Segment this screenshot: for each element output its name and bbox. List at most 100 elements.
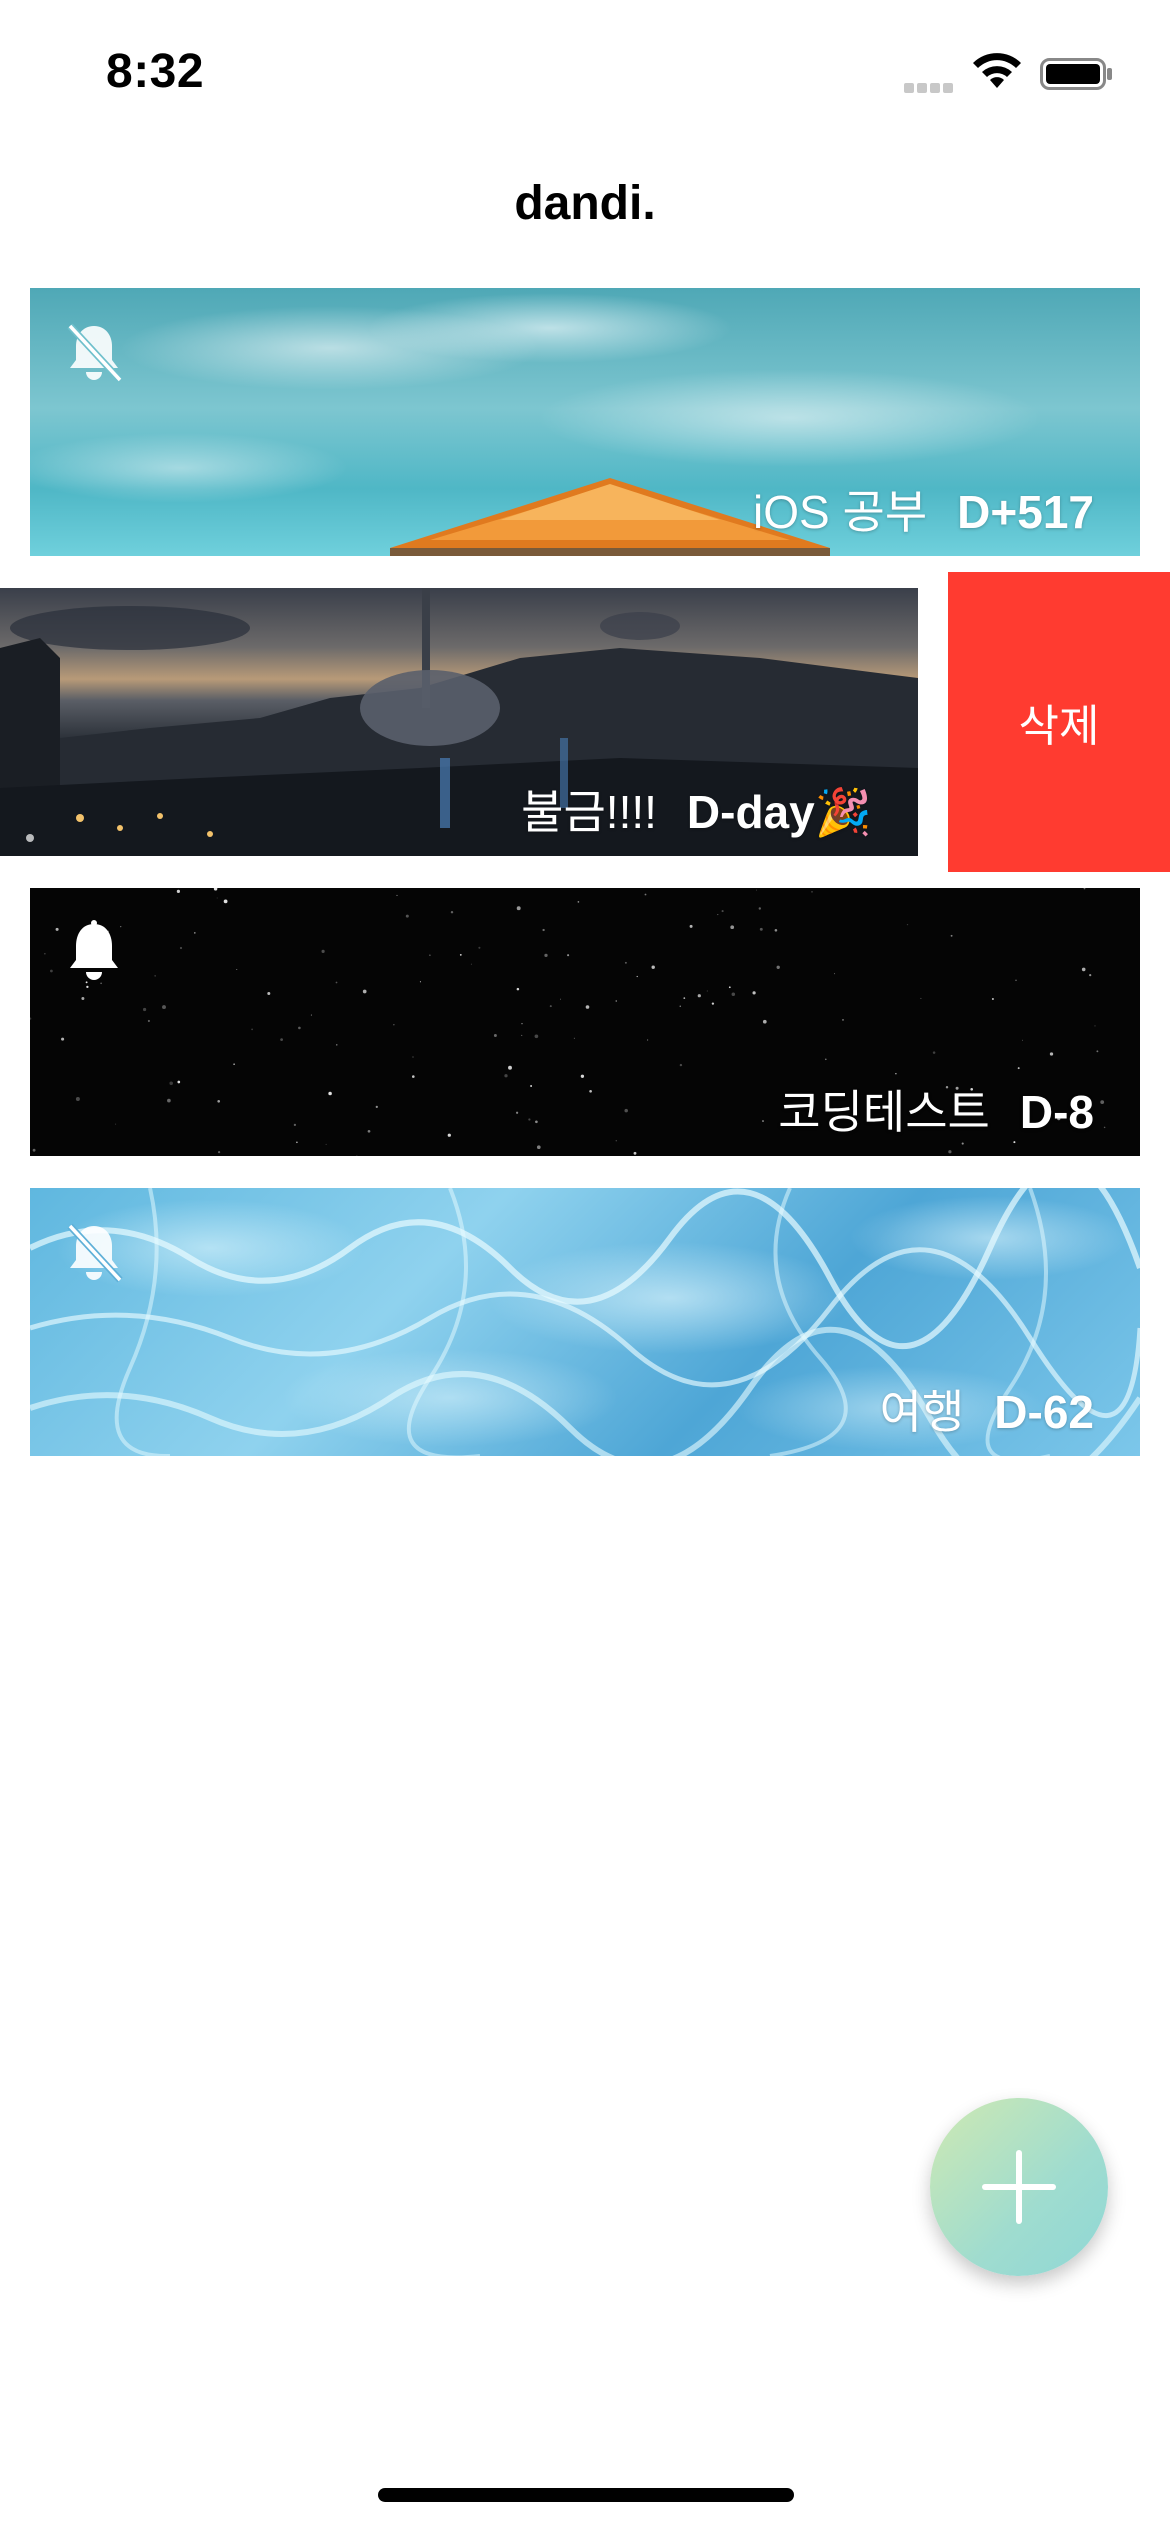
star — [470, 963, 472, 965]
card-dday: D-62 — [994, 1386, 1094, 1438]
star — [233, 1063, 235, 1065]
card-title: 여행 — [879, 1386, 965, 1438]
star — [521, 1034, 523, 1036]
star — [1083, 888, 1086, 890]
star — [325, 1143, 327, 1145]
star — [147, 1019, 150, 1023]
star — [50, 969, 53, 973]
star — [405, 914, 409, 918]
status-time: 8:32 — [106, 45, 205, 98]
star — [447, 1133, 451, 1137]
star — [32, 1148, 36, 1152]
bell-icon[interactable] — [64, 920, 124, 986]
star — [530, 1085, 533, 1087]
card-label: iOS 공부 D+517 — [753, 476, 1094, 542]
star — [515, 1111, 519, 1114]
star — [920, 997, 922, 999]
star — [895, 1072, 897, 1075]
card-title: 코딩테스트 — [778, 1086, 990, 1138]
star — [633, 1151, 637, 1155]
star — [683, 997, 686, 999]
star — [142, 1007, 147, 1012]
star — [154, 975, 156, 977]
star — [504, 1074, 508, 1078]
star — [296, 1141, 298, 1144]
star — [762, 1019, 767, 1024]
star — [711, 1002, 715, 1005]
star — [544, 953, 548, 958]
star — [697, 994, 701, 998]
star — [811, 891, 813, 893]
star — [216, 897, 218, 899]
star — [44, 953, 46, 955]
star — [535, 1120, 538, 1124]
star — [86, 985, 89, 989]
star — [362, 989, 367, 994]
star — [328, 1091, 332, 1096]
star — [932, 1051, 936, 1054]
star — [516, 987, 520, 991]
star — [193, 932, 196, 934]
card-dday: D+517 — [957, 486, 1094, 538]
star — [580, 1074, 585, 1078]
star — [251, 1028, 254, 1031]
star — [842, 1019, 844, 1021]
star — [577, 901, 580, 903]
star — [615, 1000, 617, 1002]
star — [412, 1056, 414, 1058]
star — [356, 1155, 358, 1156]
star — [1103, 1126, 1106, 1129]
dday-card[interactable]: 불금!!!! D-day🎉 — [0, 588, 918, 856]
star — [236, 969, 238, 970]
star — [321, 949, 325, 953]
star — [419, 981, 421, 983]
star — [647, 1039, 649, 1041]
star — [412, 1075, 415, 1078]
star — [536, 1145, 541, 1150]
star — [679, 1063, 683, 1067]
star — [396, 894, 398, 896]
star — [549, 1005, 552, 1008]
star — [81, 997, 85, 1000]
bell-slash-icon[interactable] — [64, 1220, 124, 1286]
star — [624, 1108, 628, 1113]
star — [706, 990, 708, 992]
star — [1081, 967, 1086, 972]
star — [179, 946, 183, 950]
star — [624, 961, 627, 964]
star — [478, 946, 481, 949]
star — [717, 914, 719, 916]
star — [560, 998, 562, 1000]
star — [651, 965, 655, 969]
star — [752, 991, 756, 995]
star — [567, 954, 570, 957]
star — [1094, 1025, 1096, 1027]
star — [393, 1024, 395, 1026]
card-label: 코딩테스트 D-8 — [778, 1076, 1094, 1142]
dday-card[interactable]: 코딩테스트 D-8 — [30, 888, 1140, 1156]
star — [115, 1123, 117, 1125]
star — [55, 927, 59, 931]
card-label: 여행 D-62 — [880, 1376, 1094, 1442]
bell-slash-icon[interactable] — [64, 320, 124, 386]
star — [336, 1044, 338, 1046]
wifi-icon — [973, 53, 1021, 88]
dday-card[interactable]: iOS 공부 D+517 — [30, 288, 1140, 556]
delete-button[interactable]: 삭제 — [948, 572, 1170, 872]
star — [1096, 1050, 1099, 1053]
dday-card[interactable]: 여행 D-62 — [30, 1188, 1140, 1456]
home-indicator[interactable] — [378, 2488, 794, 2502]
star — [1049, 1052, 1054, 1056]
star — [177, 1080, 181, 1084]
star — [1017, 1067, 1020, 1070]
star — [542, 928, 545, 932]
star — [762, 1120, 764, 1122]
add-dday-button[interactable] — [930, 2098, 1108, 2276]
star — [585, 1005, 590, 1009]
star — [1015, 979, 1017, 982]
star — [298, 1026, 301, 1030]
card-label: 불금!!!! D-day🎉 — [521, 776, 872, 842]
star — [367, 1129, 371, 1133]
cellular-signal-icon — [904, 80, 958, 93]
star — [834, 973, 836, 975]
